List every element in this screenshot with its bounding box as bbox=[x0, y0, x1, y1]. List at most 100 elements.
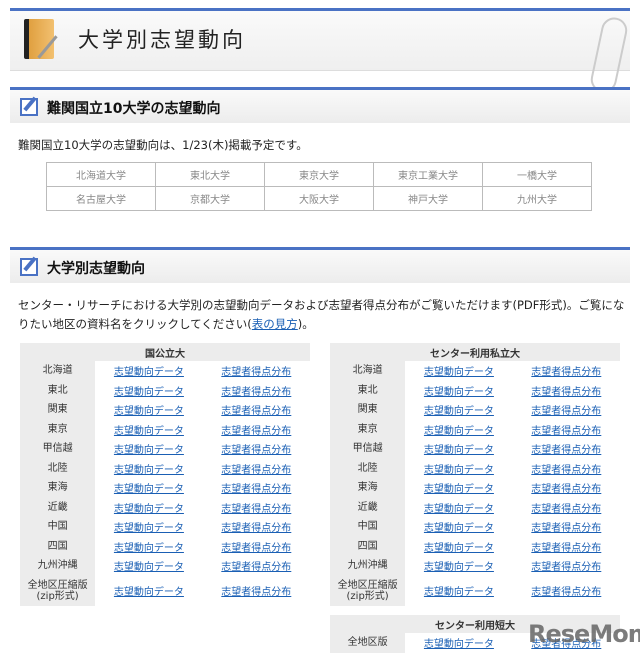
region-label: 九州沖縄 bbox=[20, 556, 96, 576]
score-distribution-link[interactable]: 志望者得点分布 bbox=[221, 504, 291, 515]
region-label: 東海 bbox=[330, 478, 406, 498]
table-row: 東北 志望動向データ 志望者得点分布 bbox=[20, 380, 310, 400]
table-row: 全地区圧縮版 (zip形式) 志望動向データ 志望者得点分布 bbox=[330, 575, 620, 606]
trend-data-link[interactable]: 志望動向データ bbox=[114, 367, 184, 378]
trend-data-link[interactable]: 志望動向データ bbox=[424, 465, 494, 476]
trend-data-link[interactable]: 志望動向データ bbox=[424, 367, 494, 378]
table-title: 国公立大 bbox=[20, 343, 310, 361]
region-label: 全地区圧縮版 (zip形式) bbox=[20, 575, 96, 606]
edit-icon bbox=[20, 258, 38, 276]
region-label: 九州沖縄 bbox=[330, 556, 406, 576]
trend-data-link[interactable]: 志望動向データ bbox=[114, 587, 184, 598]
table-row: 名古屋大学 京都大学 大阪大学 神戸大学 九州大学 bbox=[46, 186, 592, 211]
score-distribution-link[interactable]: 志望者得点分布 bbox=[531, 523, 601, 534]
university-cell: 北海道大学 bbox=[46, 162, 156, 187]
score-distribution-link[interactable]: 志望者得点分布 bbox=[221, 367, 291, 378]
score-distribution-link[interactable]: 志望者得点分布 bbox=[531, 406, 601, 417]
trend-data-link[interactable]: 志望動向データ bbox=[424, 387, 494, 398]
trend-data-link[interactable]: 志望動向データ bbox=[114, 426, 184, 437]
university-cell: 京都大学 bbox=[155, 186, 265, 211]
score-distribution-link[interactable]: 志望者得点分布 bbox=[221, 587, 291, 598]
region-label: 東京 bbox=[330, 419, 406, 439]
region-label: 関東 bbox=[330, 400, 406, 420]
trend-data-link[interactable]: 志望動向データ bbox=[424, 543, 494, 554]
region-label: 東北 bbox=[330, 380, 406, 400]
table-row: 東海 志望動向データ 志望者得点分布 bbox=[20, 478, 310, 498]
region-label: 中国 bbox=[330, 517, 406, 537]
trend-data-link[interactable]: 志望動向データ bbox=[114, 504, 184, 515]
table-row: 甲信越 志望動向データ 志望者得点分布 bbox=[330, 439, 620, 459]
region-label: 全地区圧縮版 (zip形式) bbox=[330, 575, 406, 606]
score-distribution-link[interactable]: 志望者得点分布 bbox=[531, 484, 601, 495]
score-distribution-link[interactable]: 志望者得点分布 bbox=[221, 465, 291, 476]
intro-text: センター・リサーチにおける大学別の志望動向データおよび志望者得点分布がご覧いただ… bbox=[18, 296, 628, 334]
region-label: 東海 bbox=[20, 478, 96, 498]
university-cell: 東京大学 bbox=[264, 162, 374, 187]
trend-data-link[interactable]: 志望動向データ bbox=[114, 543, 184, 554]
section-title: 難関国立10大学の志望動向 bbox=[47, 101, 221, 117]
trend-data-link[interactable]: 志望動向データ bbox=[114, 406, 184, 417]
notice-text: 難関国立10大学の志望動向は、1/23(木)掲載予定です。 bbox=[18, 138, 308, 152]
region-label: 東北 bbox=[20, 380, 96, 400]
region-label: 北陸 bbox=[330, 458, 406, 478]
score-distribution-link[interactable]: 志望者得点分布 bbox=[221, 543, 291, 554]
trend-data-link[interactable]: 志望動向データ bbox=[114, 562, 184, 573]
trend-data-link[interactable]: 志望動向データ bbox=[114, 445, 184, 456]
table-row: 東北 志望動向データ 志望者得点分布 bbox=[330, 380, 620, 400]
trend-data-link[interactable]: 志望動向データ bbox=[424, 562, 494, 573]
trend-data-link[interactable]: 志望動向データ bbox=[424, 426, 494, 437]
trend-data-link[interactable]: 志望動向データ bbox=[424, 445, 494, 456]
score-distribution-link[interactable]: 志望者得点分布 bbox=[221, 445, 291, 456]
trend-data-link[interactable]: 志望動向データ bbox=[424, 587, 494, 598]
trend-data-link[interactable]: 志望動向データ bbox=[424, 639, 494, 650]
table-row: 中国 志望動向データ 志望者得点分布 bbox=[330, 517, 620, 537]
score-distribution-link[interactable]: 志望者得点分布 bbox=[531, 387, 601, 398]
table-row: 九州沖縄 志望動向データ 志望者得点分布 bbox=[20, 556, 310, 576]
table-row: 北海道 志望動向データ 志望者得点分布 bbox=[330, 361, 620, 381]
trend-data-link[interactable]: 志望動向データ bbox=[424, 504, 494, 515]
trend-data-link[interactable]: 志望動向データ bbox=[424, 406, 494, 417]
region-label: 四国 bbox=[20, 536, 96, 556]
trend-data-link[interactable]: 志望動向データ bbox=[114, 523, 184, 534]
region-label: 中国 bbox=[20, 517, 96, 537]
trend-data-link[interactable]: 志望動向データ bbox=[114, 484, 184, 495]
university-cell: 名古屋大学 bbox=[46, 186, 156, 211]
score-distribution-link[interactable]: 志望者得点分布 bbox=[531, 504, 601, 515]
region-label: 北陸 bbox=[20, 458, 96, 478]
score-distribution-link[interactable]: 志望者得点分布 bbox=[531, 465, 601, 476]
trend-data-link[interactable]: 志望動向データ bbox=[424, 523, 494, 534]
table-row: 全地区圧縮版 (zip形式) 志望動向データ 志望者得点分布 bbox=[20, 575, 310, 606]
score-distribution-link[interactable]: 志望者得点分布 bbox=[531, 367, 601, 378]
table-row: 関東 志望動向データ 志望者得点分布 bbox=[330, 400, 620, 420]
score-distribution-link[interactable]: 志望者得点分布 bbox=[531, 445, 601, 456]
paperclip-icon bbox=[588, 15, 630, 95]
score-distribution-link[interactable]: 志望者得点分布 bbox=[531, 562, 601, 573]
trend-data-link[interactable]: 志望動向データ bbox=[114, 465, 184, 476]
university-cell: 東京工業大学 bbox=[373, 162, 483, 187]
trend-data-link[interactable]: 志望動向データ bbox=[424, 484, 494, 495]
region-label: 近畿 bbox=[330, 497, 406, 517]
how-to-read-link[interactable]: 表の見方 bbox=[252, 317, 298, 331]
score-distribution-link[interactable]: 志望者得点分布 bbox=[531, 426, 601, 437]
table-row: 北陸 志望動向データ 志望者得点分布 bbox=[330, 458, 620, 478]
table-row: 四国 志望動向データ 志望者得点分布 bbox=[330, 536, 620, 556]
page-header: 大学別志望動向 bbox=[10, 8, 630, 95]
score-distribution-link[interactable]: 志望者得点分布 bbox=[531, 543, 601, 554]
table-row: 近畿 志望動向データ 志望者得点分布 bbox=[20, 497, 310, 517]
score-distribution-link[interactable]: 志望者得点分布 bbox=[221, 426, 291, 437]
score-distribution-link[interactable]: 志望者得点分布 bbox=[531, 587, 601, 598]
region-label: 近畿 bbox=[20, 497, 96, 517]
page-title: 大学別志望動向 bbox=[78, 28, 246, 52]
trend-data-link[interactable]: 志望動向データ bbox=[114, 387, 184, 398]
table-title: センター利用私立大 bbox=[330, 343, 620, 361]
score-distribution-link[interactable]: 志望者得点分布 bbox=[221, 484, 291, 495]
score-distribution-link[interactable]: 志望者得点分布 bbox=[221, 562, 291, 573]
university-cell: 大阪大学 bbox=[264, 186, 374, 211]
table-row: 九州沖縄 志望動向データ 志望者得点分布 bbox=[330, 556, 620, 576]
university-cell: 東北大学 bbox=[155, 162, 265, 187]
score-distribution-link[interactable]: 志望者得点分布 bbox=[221, 387, 291, 398]
table-row: 東海 志望動向データ 志望者得点分布 bbox=[330, 478, 620, 498]
table-row: 中国 志望動向データ 志望者得点分布 bbox=[20, 517, 310, 537]
score-distribution-link[interactable]: 志望者得点分布 bbox=[221, 406, 291, 417]
score-distribution-link[interactable]: 志望者得点分布 bbox=[221, 523, 291, 534]
